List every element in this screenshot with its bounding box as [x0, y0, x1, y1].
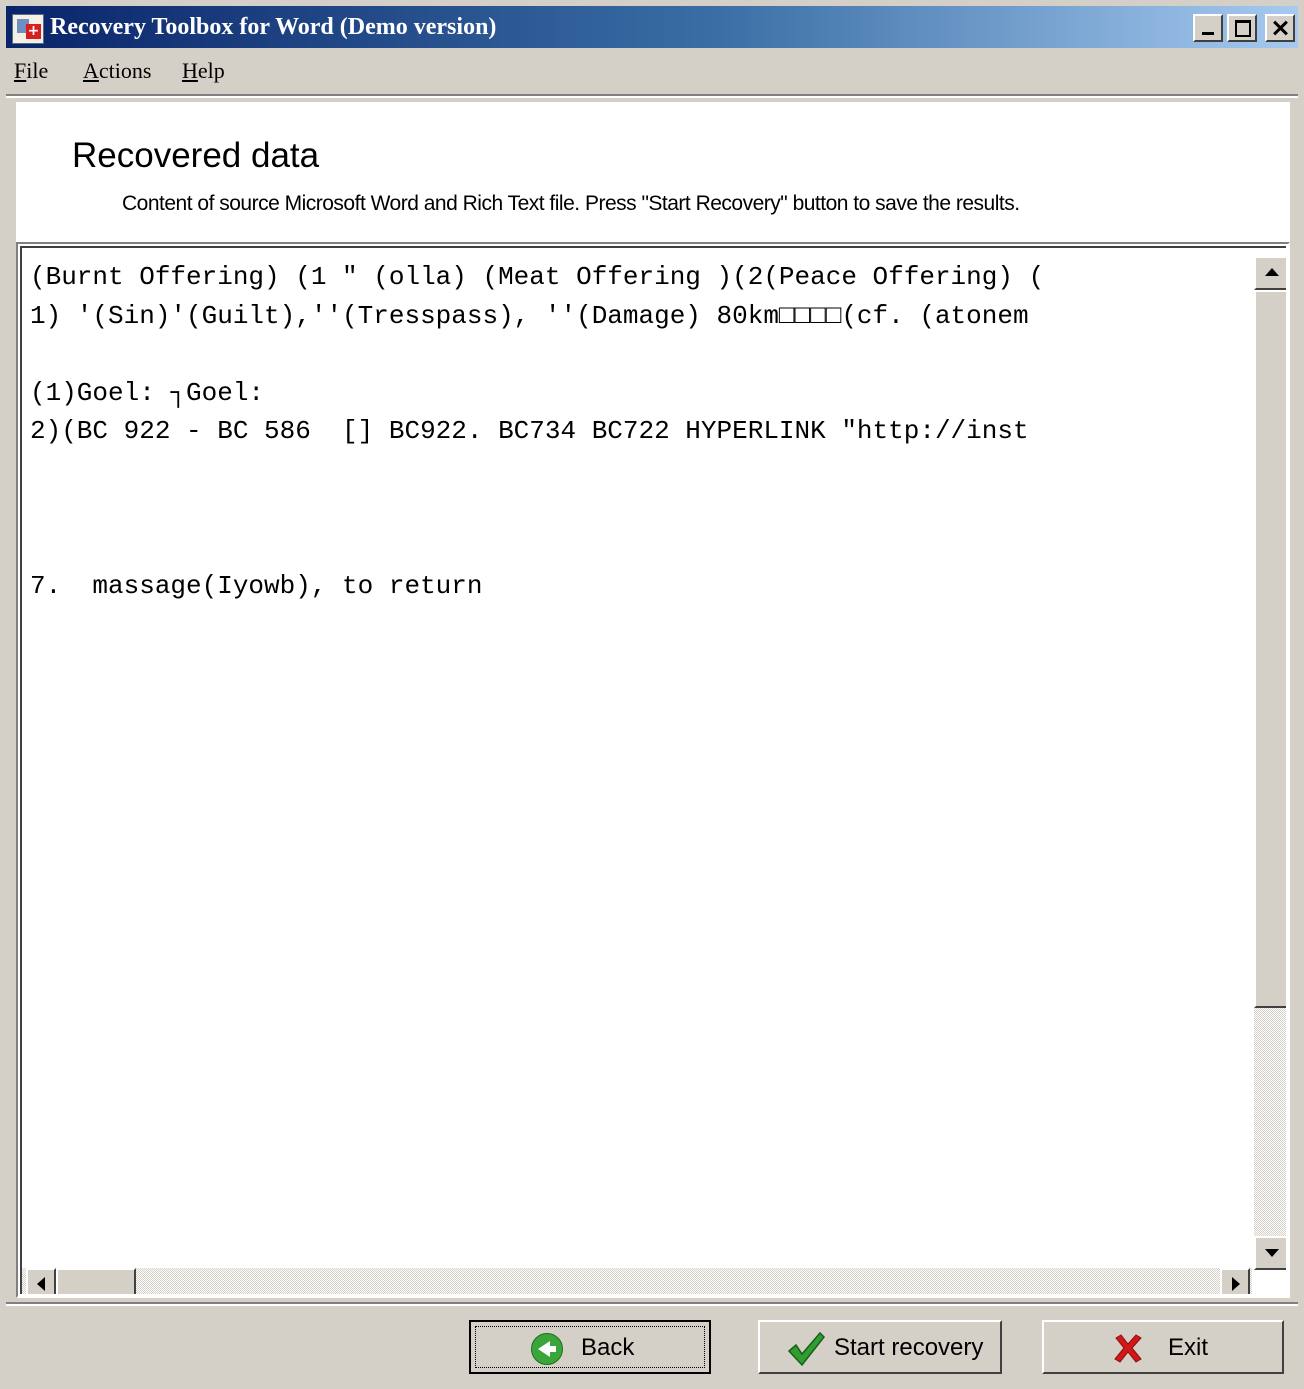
start-recovery-label: Start recovery — [834, 1334, 984, 1361]
text-line: 7. massage(Iyowb), to return — [30, 570, 483, 601]
text-line: 1) '(Sin)'(Guilt),''(Tresspass), ''(Dama… — [30, 300, 1029, 331]
text-line — [30, 335, 1246, 374]
arrow-left-icon — [37, 1277, 45, 1291]
menu-actions[interactable]: Actions — [83, 58, 151, 84]
scroll-up-button[interactable] — [1254, 256, 1286, 290]
maximize-button[interactable] — [1227, 14, 1257, 42]
back-button-label: Back — [581, 1334, 635, 1361]
horizontal-scroll-thumb[interactable] — [56, 1268, 136, 1294]
recovered-text-view[interactable]: (Burnt Offering) (1 ″ (olla) (Meat Offer… — [16, 242, 1290, 1298]
divider — [6, 1302, 1298, 1306]
header-panel: Recovered data Content of source Microso… — [16, 102, 1290, 242]
scroll-down-button[interactable] — [1254, 1236, 1286, 1270]
menu-file[interactable]: File — [14, 58, 48, 84]
divider — [6, 94, 1298, 98]
text-line: 2)(BC 922 - BC 586 [] BC922. BC734 BC722… — [30, 416, 1029, 447]
recovered-text[interactable]: (Burnt Offering) (1 ″ (olla) (Meat Offer… — [30, 258, 1246, 1258]
app-window: Recovery Toolbox for Word (Demo version)… — [6, 6, 1298, 1389]
window-title: Recovery Toolbox for Word (Demo version) — [50, 14, 497, 40]
back-button[interactable]: Back — [469, 1320, 711, 1374]
app-icon[interactable] — [12, 14, 44, 44]
start-recovery-button[interactable]: Start recovery — [758, 1320, 1002, 1374]
menu-bar: File Actions Help — [6, 48, 1298, 88]
text-view-frame: (Burnt Offering) (1 ″ (olla) (Meat Offer… — [20, 246, 1286, 1294]
back-arrow-icon — [531, 1333, 563, 1365]
arrow-down-icon — [1265, 1249, 1279, 1257]
page-subtitle: Content of source Microsoft Word and Ric… — [122, 192, 1020, 215]
text-line: (Burnt Offering) (1 ″ (olla) (Meat Offer… — [30, 262, 1045, 292]
scroll-right-button[interactable] — [1220, 1268, 1250, 1294]
arrow-right-icon — [1232, 1277, 1240, 1291]
text-line — [30, 451, 1246, 490]
minimize-button[interactable] — [1193, 14, 1223, 42]
exit-button[interactable]: Exit — [1042, 1320, 1284, 1374]
exit-button-label: Exit — [1168, 1334, 1209, 1361]
vertical-scrollbar[interactable] — [1254, 256, 1286, 1270]
vertical-scroll-thumb[interactable] — [1254, 290, 1286, 1008]
close-button[interactable] — [1265, 14, 1295, 42]
text-line — [30, 528, 1246, 567]
menu-help[interactable]: Help — [182, 58, 225, 84]
text-line: (1)Goel: ┐Goel: — [30, 377, 265, 408]
red-x-icon — [1114, 1334, 1142, 1363]
checkmark-icon — [787, 1331, 826, 1367]
arrow-up-icon — [1265, 268, 1279, 276]
scroll-left-button[interactable] — [26, 1268, 56, 1294]
horizontal-scrollbar[interactable] — [22, 1268, 1252, 1294]
page-title: Recovered data — [72, 136, 320, 175]
title-bar[interactable]: Recovery Toolbox for Word (Demo version) — [6, 6, 1298, 48]
text-line — [30, 490, 1246, 529]
